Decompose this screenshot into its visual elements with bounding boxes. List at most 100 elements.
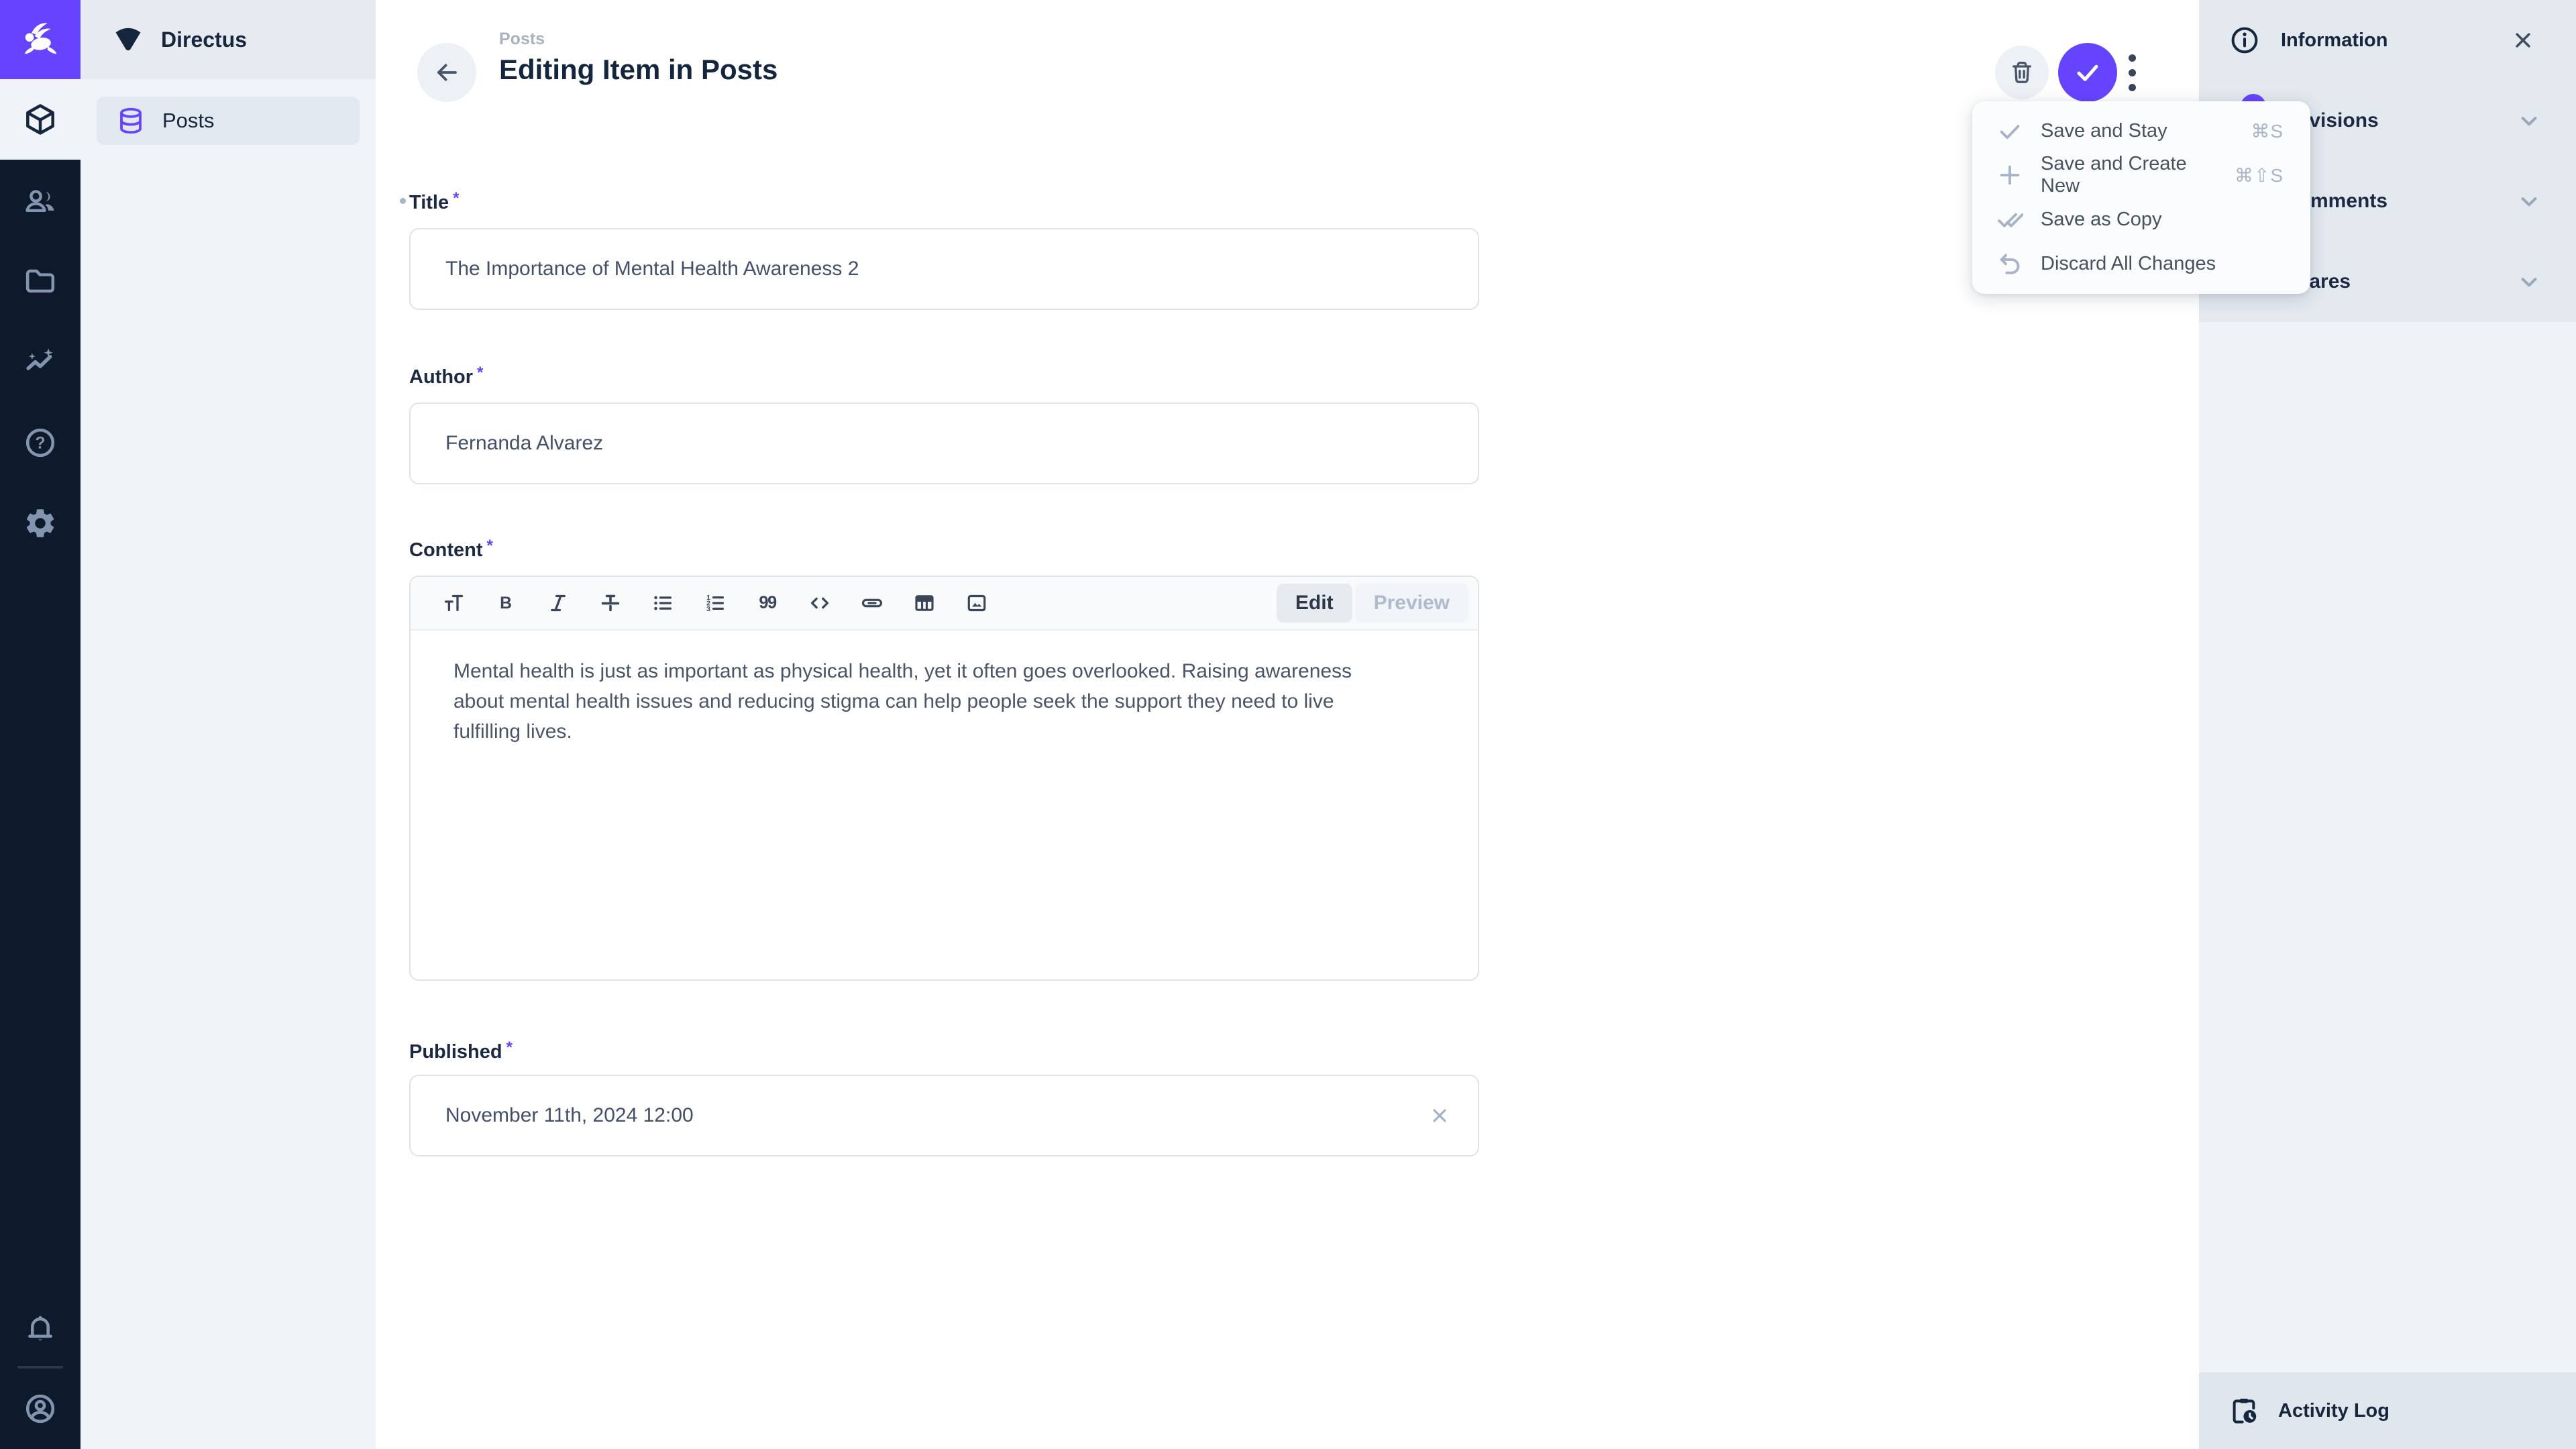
module-user-directory[interactable] <box>0 161 80 241</box>
code-icon <box>808 591 832 615</box>
close-icon <box>1428 1104 1451 1127</box>
module-content[interactable] <box>0 79 80 160</box>
required-marker: * <box>487 537 493 555</box>
sidebar-header: Information <box>2199 0 2576 80</box>
table-button[interactable] <box>908 587 941 619</box>
nav-item-label: Posts <box>162 109 215 133</box>
module-bar: ? <box>0 0 80 1449</box>
blockquote-icon: 99 <box>755 591 780 615</box>
nav-item-posts[interactable]: Posts <box>97 97 360 145</box>
editor-mode-tabs: Edit Preview <box>1277 584 1468 623</box>
dots-vertical-icon <box>2129 54 2136 62</box>
menu-item-save-as-copy[interactable]: Save as Copy <box>1972 197 2310 241</box>
link-button[interactable] <box>856 587 888 619</box>
table-icon <box>912 591 936 615</box>
activity-log-icon <box>2229 1395 2259 1426</box>
numbered-list-button[interactable]: 1 2 3 <box>699 587 731 619</box>
activity-log-label: Activity Log <box>2278 1400 2390 1422</box>
module-insights[interactable] <box>0 322 80 402</box>
plus-icon <box>1995 160 2025 190</box>
module-help[interactable]: ? <box>0 402 80 483</box>
author-input-shell <box>409 402 1479 484</box>
help-icon: ? <box>23 425 58 460</box>
bell-icon <box>23 1311 58 1346</box>
directus-logo[interactable] <box>0 0 80 80</box>
delete-button[interactable] <box>1995 46 2049 99</box>
save-button[interactable] <box>2058 43 2117 102</box>
gear-icon <box>23 506 58 541</box>
inline-code-button[interactable] <box>804 587 836 619</box>
numbered-list-icon: 1 2 3 <box>703 591 727 615</box>
link-icon <box>860 591 884 615</box>
content-editor: B <box>409 576 1479 981</box>
bold-button[interactable]: B <box>490 587 522 619</box>
title-input[interactable] <box>445 258 1451 280</box>
main-content: Posts Editing Item in Posts <box>376 0 2199 1449</box>
published-input-shell <box>409 1075 1479 1157</box>
bulleted-list-button[interactable] <box>647 587 679 619</box>
clear-date-button[interactable] <box>1428 1104 1451 1127</box>
content-cube-icon <box>22 101 58 138</box>
italic-icon <box>546 591 570 615</box>
author-input[interactable] <box>445 432 1451 455</box>
back-button[interactable] <box>417 43 476 102</box>
blockquote-button[interactable]: 99 <box>751 587 784 619</box>
content-editor-toolbar: B <box>411 577 1478 631</box>
sidebar-close-button[interactable] <box>2510 28 2536 53</box>
chevron-down-icon <box>2516 107 2542 134</box>
content-field-label: Content* <box>409 537 493 561</box>
svg-text:99: 99 <box>759 594 777 612</box>
users-icon <box>23 184 58 219</box>
project-chooser[interactable]: Directus <box>80 0 376 79</box>
chevron-down-icon <box>2516 188 2542 215</box>
tab-preview[interactable]: Preview <box>1355 584 1468 623</box>
menu-item-discard-all-changes[interactable]: Discard All Changes <box>1972 241 2310 286</box>
activity-log-button[interactable]: Activity Log <box>2199 1373 2576 1449</box>
image-button[interactable] <box>961 587 993 619</box>
author-field-label: Author* <box>409 364 483 388</box>
shortcut-hint: ⌘S <box>2251 120 2284 142</box>
menu-item-save-and-create-new[interactable]: Save and Create New ⌘⇧S <box>1972 153 2310 197</box>
database-icon <box>115 105 146 136</box>
check-icon <box>2072 57 2103 88</box>
tab-edit[interactable]: Edit <box>1277 584 1352 623</box>
nav-panel: Directus Posts <box>80 0 376 1449</box>
strikethrough-button[interactable] <box>594 587 627 619</box>
notifications-button[interactable] <box>0 1288 80 1368</box>
shortcut-hint: ⌘⇧S <box>2235 164 2284 186</box>
format-text-size-icon <box>441 591 466 615</box>
user-avatar-button[interactable] <box>0 1368 80 1449</box>
module-settings[interactable] <box>0 483 80 564</box>
directus-rabbit-icon <box>17 17 63 63</box>
required-marker: * <box>453 189 459 207</box>
insights-icon <box>23 345 58 380</box>
more-options-button[interactable] <box>2117 43 2147 102</box>
format-text-size-button[interactable] <box>437 587 470 619</box>
project-fan-icon <box>111 23 145 56</box>
double-check-icon <box>1995 205 2025 234</box>
svg-text:3: 3 <box>706 605 710 613</box>
svg-text:B: B <box>500 594 512 612</box>
undo-icon <box>1995 249 2025 278</box>
menu-item-save-and-stay[interactable]: Save and Stay ⌘S <box>1972 109 2310 153</box>
arrow-left-icon <box>433 58 461 87</box>
published-input[interactable] <box>445 1104 1428 1127</box>
module-file-library[interactable] <box>0 241 80 322</box>
svg-text:?: ? <box>35 434 45 453</box>
close-icon <box>2510 28 2536 53</box>
project-name: Directus <box>161 28 247 52</box>
published-field-label: Published* <box>409 1038 513 1063</box>
content-textarea[interactable]: Mental health is just as important as ph… <box>411 631 1478 747</box>
bulleted-list-icon <box>651 591 675 615</box>
directus-app: ? <box>0 0 2576 1449</box>
chevron-down-icon <box>2516 268 2542 295</box>
italic-button[interactable] <box>542 587 574 619</box>
breadcrumb[interactable]: Posts <box>499 30 545 49</box>
required-marker: * <box>477 364 483 382</box>
required-marker: * <box>506 1038 513 1057</box>
strikethrough-icon <box>598 591 623 615</box>
field-edited-dot <box>400 198 406 204</box>
check-icon <box>1995 116 2025 146</box>
title-field-label: Title* <box>409 189 459 214</box>
save-options-menu: Save and Stay ⌘S Save and Create New ⌘⇧S… <box>1972 101 2310 294</box>
